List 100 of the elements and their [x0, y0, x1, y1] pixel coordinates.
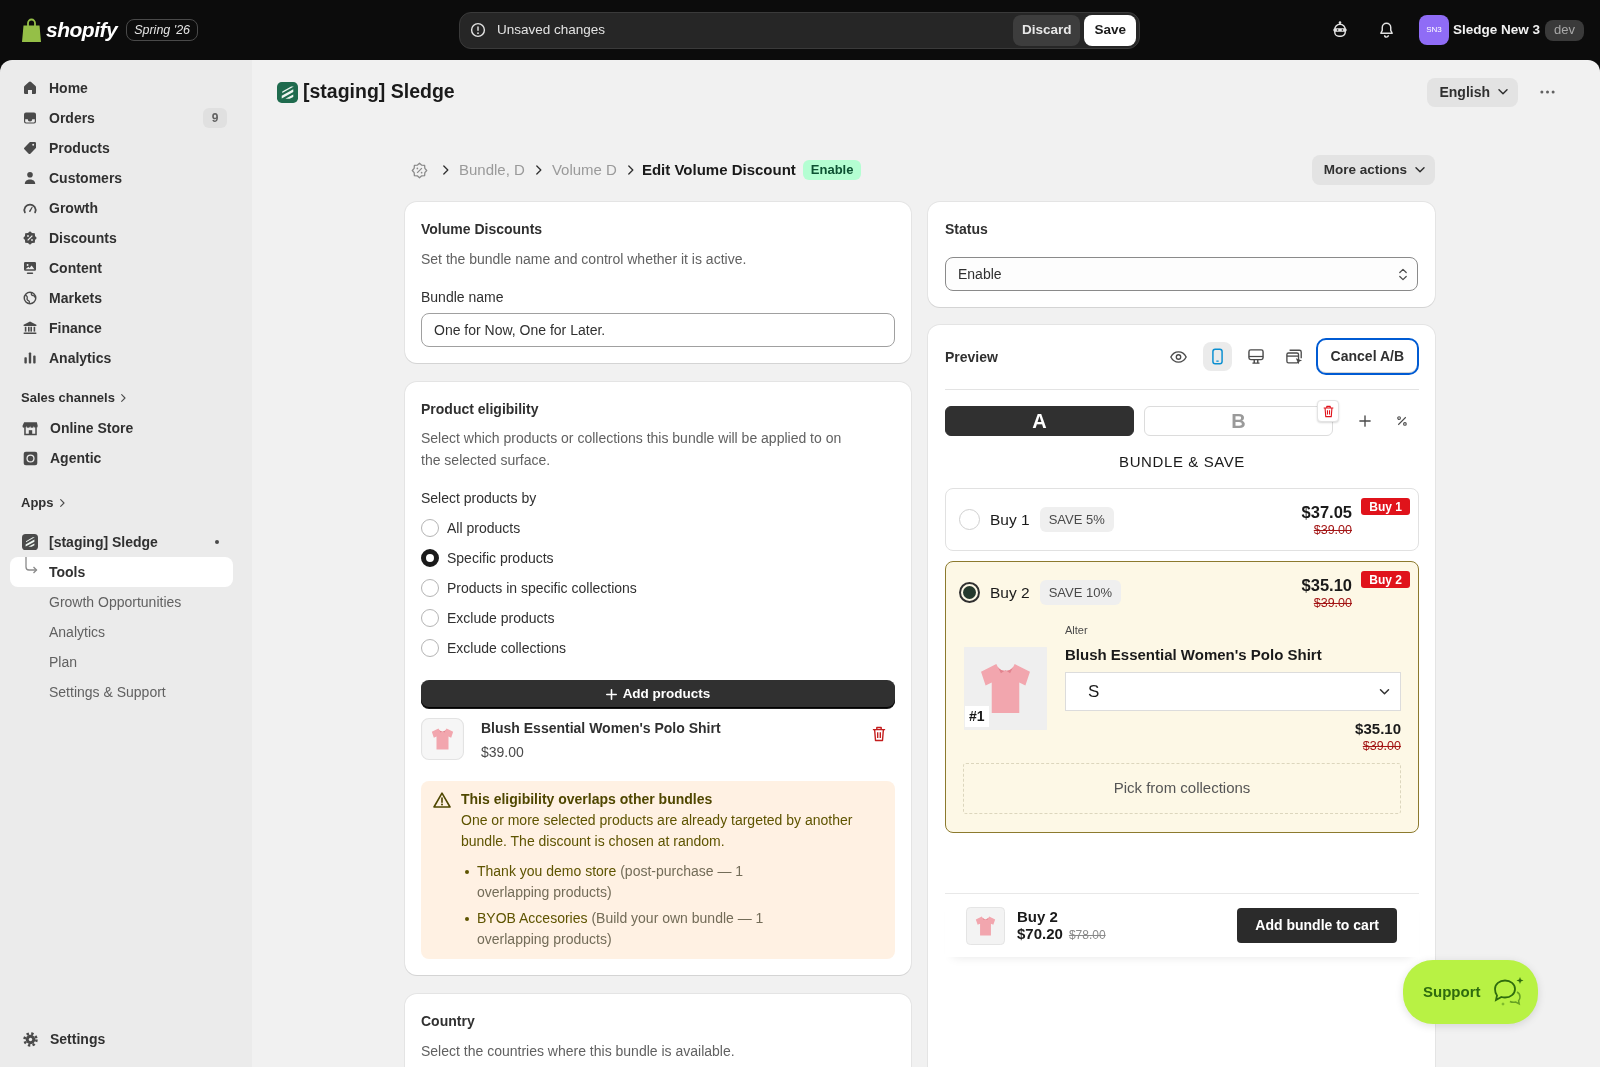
add-products-button[interactable]: Add products: [421, 680, 895, 708]
compare-price: $39.00: [1313, 521, 1352, 538]
card-description: Select the countries where this bundle is available.: [421, 1042, 736, 1061]
variant-tab[interactable]: A: [945, 406, 1134, 436]
slot-product-name: Blush Essential Women's Polo Shirt: [1065, 645, 1323, 665]
logo-wordmark[interactable]: shopify: [46, 14, 118, 46]
radio-button[interactable]: [421, 639, 439, 657]
cancel-ab-button[interactable]: Cancel A/B: [1315, 338, 1419, 375]
page-title: [staging] Sledge: [303, 79, 455, 105]
split-percentage-button[interactable]: [1396, 415, 1408, 427]
nav-item[interactable]: Orders 9: [10, 103, 233, 133]
radio-option[interactable]: Specific products: [421, 543, 895, 573]
nav-item[interactable]: Products: [10, 133, 233, 163]
delete-variant-button[interactable]: [1317, 400, 1339, 422]
product-name: Blush Essential Women's Polo Shirt: [481, 719, 721, 738]
nav-subitem[interactable]: Tools: [10, 557, 233, 587]
card-title: Preview: [945, 347, 998, 367]
chevron-right-icon: [120, 394, 126, 402]
bank-icon: [22, 320, 38, 336]
nav-item[interactable]: Finance: [10, 313, 233, 343]
compare-price: $39.00: [1362, 739, 1401, 753]
saving-badge: SAVE 10%: [1039, 580, 1121, 605]
nav-subitem[interactable]: Settings & Support: [10, 677, 233, 707]
save-button[interactable]: Save: [1084, 14, 1136, 46]
nav-item[interactable]: Markets: [10, 283, 233, 313]
language-button[interactable]: English: [1427, 77, 1518, 107]
nav-item[interactable]: Agentic: [10, 443, 233, 473]
environment-badge: dev: [1545, 19, 1584, 41]
monitor-icon: [22, 260, 38, 276]
app-logo-icon: [277, 81, 298, 103]
chevron-right-icon: [443, 165, 449, 175]
radio-option[interactable]: Exclude products: [421, 603, 895, 633]
nav-item[interactable]: Analytics: [10, 343, 233, 373]
field-label: Bundle name: [421, 288, 505, 307]
unsaved-message: Unsaved changes: [497, 20, 606, 39]
tier-option[interactable]: Buy 2 SAVE 10% $35.10 $39.00 Buy 2 #1 Alter Blush Essential Women's Polo Shirt S $35.10 $39.00 Pick from collections: [945, 561, 1419, 833]
bundle-link[interactable]: Thank you demo store: [477, 863, 617, 879]
trash-icon: [872, 726, 886, 742]
count-badge: 9: [203, 108, 227, 128]
warning-title: This eligibility overlaps other bundles: [461, 790, 714, 809]
add-to-cart-button[interactable]: Add bundle to cart: [1237, 908, 1397, 943]
storefront-icon: [22, 419, 39, 437]
info-icon: [470, 22, 486, 38]
radio-button[interactable]: [959, 582, 980, 603]
nav-item[interactable]: Settings: [10, 1024, 233, 1054]
breadcrumb-current: Edit Volume Discount: [641, 159, 796, 180]
nav-item[interactable]: Growth: [10, 193, 233, 223]
chevron-down-icon: [1498, 89, 1508, 95]
variant-select[interactable]: S: [1065, 672, 1401, 711]
plus-icon: [605, 688, 617, 700]
bundle-name-field[interactable]: One for Now, One for Later.: [421, 313, 895, 347]
collection-picker[interactable]: Pick from collections: [963, 763, 1401, 814]
sales-channels-link[interactable]: Sales channels: [21, 388, 126, 408]
radio-button[interactable]: [421, 609, 439, 627]
nav-item[interactable]: [staging] Sledge: [10, 527, 233, 557]
radio-option[interactable]: Exclude collections: [421, 633, 895, 663]
discard-button[interactable]: Discard: [1012, 14, 1081, 46]
nav-subitem[interactable]: Plan: [10, 647, 233, 677]
nav-item[interactable]: Online Store: [10, 413, 233, 443]
nav-subitem[interactable]: Growth Opportunities: [10, 587, 233, 617]
chevron-right-icon: [59, 499, 65, 507]
nav-subitem[interactable]: Analytics: [10, 617, 233, 647]
tier-label: Buy 1: [990, 509, 1030, 530]
app-logo-icon: [22, 534, 38, 550]
support-button[interactable]: Support: [1403, 960, 1538, 1024]
card-title: Volume Discounts: [421, 220, 544, 239]
store-avatar[interactable]: SN3: [1419, 15, 1449, 45]
percent-icon: [1397, 416, 1407, 426]
tier-option[interactable]: Buy 1 SAVE 5% $37.05 $39.00 Buy 1: [945, 488, 1419, 551]
trash-icon: [1322, 404, 1334, 418]
nav-item[interactable]: Customers: [10, 163, 233, 193]
tier-price: $35.10: [1301, 574, 1352, 595]
branch-arrow-icon: [22, 557, 38, 574]
bell-icon: [1378, 21, 1396, 39]
radio-button[interactable]: [421, 519, 439, 537]
radio-option[interactable]: All products: [421, 513, 895, 543]
apps-link[interactable]: Apps: [21, 493, 65, 513]
more-actions-button[interactable]: More actions: [1311, 155, 1435, 185]
radio-button[interactable]: [421, 549, 439, 567]
widget-heading: BUNDLE & SAVE: [1118, 452, 1246, 472]
nav-item[interactable]: Discounts: [10, 223, 233, 253]
nav-item[interactable]: Home: [10, 73, 233, 103]
radio-option[interactable]: Products in specific collections: [421, 573, 895, 603]
saving-badge: SAVE 5%: [1039, 507, 1114, 532]
nav-item[interactable]: Content: [10, 253, 233, 283]
home-icon: [22, 80, 38, 96]
field-label: Select products by: [421, 489, 538, 508]
slot-caption: Alter: [1065, 623, 1089, 638]
store-name[interactable]: Sledge New 3: [1453, 19, 1541, 41]
radio-button[interactable]: [421, 579, 439, 597]
status-select[interactable]: Enable: [945, 257, 1418, 291]
bullet-icon: [465, 870, 469, 874]
inbox-icon: [22, 110, 38, 126]
shirt-drawing: [966, 906, 1005, 945]
window-cursor-icon: [1285, 348, 1303, 365]
card-description: Set the bundle name and control whether it is active.: [421, 250, 748, 269]
add-variant-button[interactable]: [1358, 414, 1372, 428]
overlap-item: BYOB Accesories (Build your own bundle — 1 overlapping products): [477, 909, 765, 949]
bundle-link[interactable]: BYOB Accesories: [477, 910, 588, 926]
remove-product-button[interactable]: [871, 725, 887, 743]
